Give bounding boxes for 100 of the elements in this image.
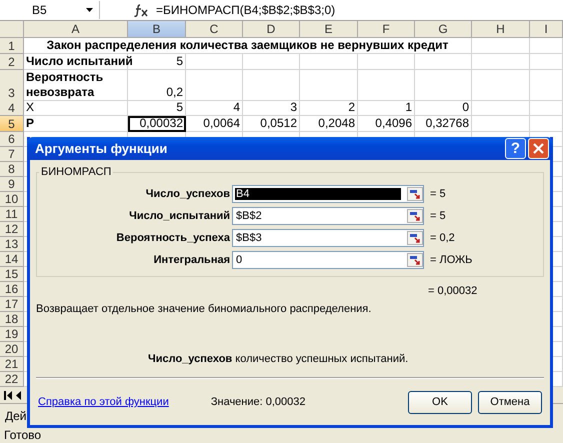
function-name: БИНОМРАСП: [40, 166, 112, 178]
row-header[interactable]: 8: [0, 162, 24, 177]
function-description: Возвращает отдельное значение биномиального распределения.: [36, 303, 372, 315]
empty-cell[interactable]: [243, 70, 300, 101]
row-header[interactable]: 14: [0, 252, 24, 267]
empty-cell[interactable]: [186, 54, 243, 70]
row-header[interactable]: 22: [0, 372, 24, 387]
row-header[interactable]: 21: [0, 357, 24, 372]
table-cell[interactable]: Вероятность невозврата: [24, 70, 128, 101]
table-cell[interactable]: 4: [186, 100, 243, 116]
empty-cell[interactable]: [530, 100, 563, 116]
empty-cell[interactable]: [358, 54, 415, 70]
empty-cell[interactable]: [530, 116, 563, 132]
argument-label: Число_успехов: [144, 188, 231, 200]
table-cell[interactable]: 0,00032: [128, 116, 186, 132]
function-icon[interactable]: [134, 4, 150, 16]
table-cell[interactable]: 3: [243, 100, 300, 116]
table-cell[interactable]: 0,32768: [415, 116, 472, 132]
first-sheet-icon[interactable]: [4, 390, 12, 400]
argument-description: Число_успехов количество успешных испытаний.: [148, 353, 410, 365]
table-cell[interactable]: X: [24, 100, 128, 116]
column-header[interactable]: H: [472, 21, 530, 38]
input-field[interactable]: 0: [232, 251, 424, 269]
column-header[interactable]: G: [415, 21, 472, 38]
status-text: Готово: [0, 427, 563, 443]
empty-cell[interactable]: [186, 70, 243, 101]
row-header[interactable]: 16: [0, 282, 24, 297]
close-button[interactable]: [528, 138, 549, 159]
column-header[interactable]: A: [24, 21, 128, 38]
table-cell[interactable]: 0,4096: [358, 116, 415, 132]
column-header[interactable]: E: [300, 21, 358, 38]
row-header[interactable]: 17: [0, 297, 24, 312]
table-cell[interactable]: 1: [358, 100, 415, 116]
argument-result: = 5: [430, 210, 446, 222]
empty-cell[interactable]: [358, 70, 415, 101]
row-header[interactable]: 15: [0, 267, 24, 282]
row-header[interactable]: 7: [0, 147, 24, 162]
empty-cell[interactable]: [300, 70, 358, 101]
row-header[interactable]: 1: [0, 38, 24, 54]
collapse-icon[interactable]: [407, 187, 423, 201]
empty-cell[interactable]: [472, 116, 530, 132]
dropdown-icon[interactable]: [86, 8, 93, 12]
empty-cell[interactable]: [415, 54, 472, 70]
input-field[interactable]: $B$3: [232, 229, 424, 247]
collapse-icon[interactable]: [407, 253, 423, 267]
empty-cell[interactable]: [472, 70, 530, 101]
empty-cell[interactable]: [472, 54, 530, 70]
table-cell[interactable]: 2: [300, 100, 358, 116]
column-header[interactable]: F: [358, 21, 415, 38]
help-link[interactable]: Справка по этой функции: [38, 396, 169, 408]
column-header[interactable]: B: [128, 21, 186, 38]
collapse-icon[interactable]: [407, 231, 423, 245]
input-field[interactable]: B4: [232, 185, 424, 203]
row-header[interactable]: 4: [0, 100, 24, 116]
column-header[interactable]: C: [186, 21, 243, 38]
empty-cell[interactable]: [472, 100, 530, 116]
row-header[interactable]: 19: [0, 327, 24, 342]
table-cell[interactable]: 0,2: [128, 70, 186, 101]
row-header[interactable]: 11: [0, 207, 24, 222]
previous-sheet-icon[interactable]: [16, 390, 21, 400]
select-all-corner[interactable]: [0, 21, 24, 38]
row-header[interactable]: 3: [0, 70, 24, 101]
table-cell[interactable]: 0,0064: [186, 116, 243, 132]
row-header[interactable]: 20: [0, 342, 24, 357]
row-header[interactable]: 12: [0, 222, 24, 237]
empty-cell[interactable]: [530, 70, 563, 101]
collapse-icon[interactable]: [407, 209, 423, 223]
argument-label: Вероятность_успеха: [115, 232, 231, 244]
table-cell[interactable]: 0,2048: [300, 116, 358, 132]
help-button[interactable]: ?: [505, 138, 526, 159]
empty-cell[interactable]: [530, 54, 563, 70]
ok-button[interactable]: OK: [408, 390, 472, 414]
row-header[interactable]: 6: [0, 132, 24, 147]
table-title: Закон распределения количества заемщиков не вернувших кредит: [24, 38, 472, 54]
empty-cell[interactable]: [530, 38, 563, 54]
table-cell[interactable]: 0,0512: [243, 116, 300, 132]
row-header[interactable]: 13: [0, 237, 24, 252]
row-header[interactable]: 18: [0, 312, 24, 327]
argument-result: = ЛОЖЬ: [430, 254, 472, 266]
value-text: Значение: 0,00032: [210, 396, 307, 408]
row-header[interactable]: 9: [0, 177, 24, 192]
input-field[interactable]: $B$2: [232, 207, 424, 225]
name-box[interactable]: B5: [0, 1, 100, 19]
column-header[interactable]: I: [530, 21, 563, 38]
empty-cell[interactable]: [472, 38, 530, 54]
close-icon: [533, 143, 544, 154]
formula-text[interactable]: =БИНОМРАСП(B4;$B$2;$B$3;0): [156, 3, 336, 17]
row-header[interactable]: 10: [0, 192, 24, 207]
cancel-button[interactable]: Отмена: [478, 390, 542, 414]
empty-cell[interactable]: [243, 54, 300, 70]
column-header[interactable]: D: [243, 21, 300, 38]
table-cell[interactable]: 0: [415, 100, 472, 116]
table-cell[interactable]: 5: [128, 100, 186, 116]
empty-cell[interactable]: [300, 54, 358, 70]
table-cell[interactable]: P: [24, 116, 128, 132]
row-header[interactable]: 5: [0, 116, 24, 132]
argument-result: = 5: [430, 188, 446, 200]
sheet-tab[interactable]: Дей: [5, 408, 27, 422]
row-header[interactable]: 2: [0, 54, 24, 70]
empty-cell[interactable]: [415, 70, 472, 101]
